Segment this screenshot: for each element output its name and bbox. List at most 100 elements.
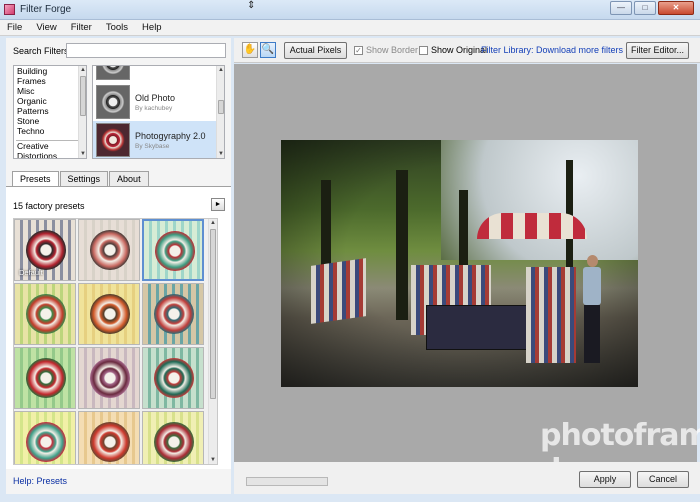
photo-umbrella <box>477 213 587 239</box>
scroll-thumb[interactable] <box>210 229 216 399</box>
search-label: Search Filters: <box>13 46 72 56</box>
lifebuoy-icon <box>154 294 194 334</box>
filter-item-selected[interactable]: Photogyraphy 2.0 By Skybase <box>93 121 217 158</box>
scroll-down-icon[interactable]: ▼ <box>79 150 86 158</box>
preset-label: Default <box>19 268 43 277</box>
category-item[interactable]: Stone <box>14 116 86 126</box>
lifebuoy-icon <box>154 358 194 398</box>
preset-count: 15 factory presets <box>13 201 85 211</box>
category-item[interactable]: Distortions <box>14 151 86 158</box>
category-item[interactable]: Techno <box>14 126 86 136</box>
preset-thumbnail[interactable] <box>14 283 76 345</box>
lifebuoy-icon <box>154 422 194 462</box>
preview-toolbar: ✋ 🔍 Actual Pixels ✓ Show Border Show Ori… <box>234 38 700 63</box>
preset-thumbnail[interactable] <box>78 411 140 464</box>
menu-file[interactable]: File <box>0 20 29 35</box>
scroll-thumb[interactable] <box>218 100 224 114</box>
filter-name: Old Photo <box>135 93 176 103</box>
preview-image <box>281 140 638 387</box>
filter-thumbnail <box>96 123 130 157</box>
menu-help[interactable]: Help <box>135 20 169 35</box>
search-input[interactable] <box>66 43 226 58</box>
preset-thumbnail[interactable] <box>142 283 204 345</box>
minimize-button[interactable]: — <box>610 1 632 15</box>
preset-menu-button[interactable]: ► <box>211 198 225 211</box>
actual-pixels-button[interactable]: Actual Pixels <box>284 42 347 59</box>
preset-scrollbar[interactable]: ▲ ▼ <box>208 219 217 464</box>
render-progress-bar <box>246 477 328 486</box>
category-item[interactable]: Frames <box>14 76 86 86</box>
show-original-label: Show Original <box>431 45 488 55</box>
filter-editor-button[interactable]: Filter Editor... <box>626 42 689 59</box>
photo-person-head <box>587 255 598 267</box>
category-list[interactable]: Building Frames Misc Organic Patterns St… <box>13 65 87 159</box>
preset-thumbnail[interactable] <box>142 411 204 464</box>
photo-art-display <box>311 258 366 324</box>
filter-library-link[interactable]: Filter Library: Download more filters <box>481 45 623 55</box>
category-item[interactable]: Creative <box>14 141 86 151</box>
category-item[interactable]: Organic <box>14 96 86 106</box>
show-original-checkbox[interactable] <box>419 46 428 55</box>
photo-sky <box>441 140 638 260</box>
tab-presets[interactable]: Presets <box>12 171 59 187</box>
scroll-thumb[interactable] <box>80 76 86 116</box>
category-scrollbar[interactable]: ▲ ▼ <box>78 66 86 158</box>
hand-tool-icon[interactable]: ✋ <box>242 42 258 58</box>
filter-author: By kachubey <box>135 105 173 112</box>
lifebuoy-icon <box>26 422 66 462</box>
filter-author: By Skybase <box>135 143 170 150</box>
menu-filter[interactable]: Filter <box>64 20 99 35</box>
scroll-up-icon[interactable]: ▲ <box>217 66 224 74</box>
filter-thumbnail <box>96 66 130 80</box>
preset-thumbnail[interactable] <box>78 219 140 281</box>
help-presets-link[interactable]: Help: Presets <box>13 476 67 486</box>
photo-person-legs <box>584 305 600 363</box>
preset-thumbnail[interactable] <box>78 347 140 409</box>
category-item[interactable]: Building <box>14 66 86 76</box>
filter-browser-panel: Search Filters: Building Frames Misc Org… <box>6 38 231 494</box>
photo-art-display <box>526 267 576 363</box>
scroll-down-icon[interactable]: ▼ <box>209 456 217 464</box>
filter-thumbnail <box>96 85 130 119</box>
lifebuoy-icon <box>90 422 130 462</box>
maximize-button[interactable]: □ <box>634 1 656 15</box>
preset-thumbnail[interactable] <box>78 283 140 345</box>
close-button[interactable]: ✕ <box>658 1 694 15</box>
cancel-button[interactable]: Cancel <box>637 471 689 488</box>
category-item[interactable]: Patterns <box>14 106 86 116</box>
show-border-checkbox[interactable]: ✓ <box>354 46 363 55</box>
apply-button[interactable]: Apply <box>579 471 631 488</box>
category-item[interactable]: Misc <box>14 86 86 96</box>
scroll-up-icon[interactable]: ▲ <box>209 219 217 227</box>
lifebuoy-icon <box>90 358 130 398</box>
filter-list[interactable]: Old Photo By kachubey Photogyraphy 2.0 B… <box>92 65 225 159</box>
photo-tree <box>396 170 408 320</box>
title-bar: Filter Forge ⇕ — □ ✕ <box>0 0 700 20</box>
app-icon <box>4 4 15 15</box>
menu-tools[interactable]: Tools <box>99 20 135 35</box>
preset-thumbnail[interactable] <box>14 347 76 409</box>
mouse-cursor-icon: ⇕ <box>247 0 256 11</box>
lifebuoy-icon <box>26 294 66 334</box>
scroll-down-icon[interactable]: ▼ <box>217 150 224 158</box>
filter-name: Photogyraphy 2.0 <box>135 131 206 141</box>
show-border-label: Show Border <box>366 45 419 55</box>
lifebuoy-icon <box>26 230 66 270</box>
menu-view[interactable]: View <box>29 20 63 35</box>
tab-about[interactable]: About <box>109 171 149 186</box>
filter-item[interactable]: Old Photo By kachubey <box>93 83 217 121</box>
filter-item-partial[interactable] <box>93 66 217 82</box>
photo-person <box>581 255 603 365</box>
preset-thumbnail[interactable] <box>142 219 204 281</box>
lifebuoy-icon <box>90 294 130 334</box>
preset-thumbnail[interactable] <box>14 411 76 464</box>
scroll-up-icon[interactable]: ▲ <box>79 66 86 74</box>
filter-scrollbar[interactable]: ▲ ▼ <box>216 66 224 158</box>
tab-settings[interactable]: Settings <box>59 171 109 186</box>
preset-thumbnail[interactable]: Default <box>14 219 76 281</box>
zoom-tool-icon[interactable]: 🔍 <box>260 42 276 58</box>
lifebuoy-icon <box>90 230 130 270</box>
lifebuoy-icon <box>26 358 66 398</box>
preset-thumbnail[interactable] <box>142 347 204 409</box>
preview-canvas[interactable] <box>234 64 697 462</box>
